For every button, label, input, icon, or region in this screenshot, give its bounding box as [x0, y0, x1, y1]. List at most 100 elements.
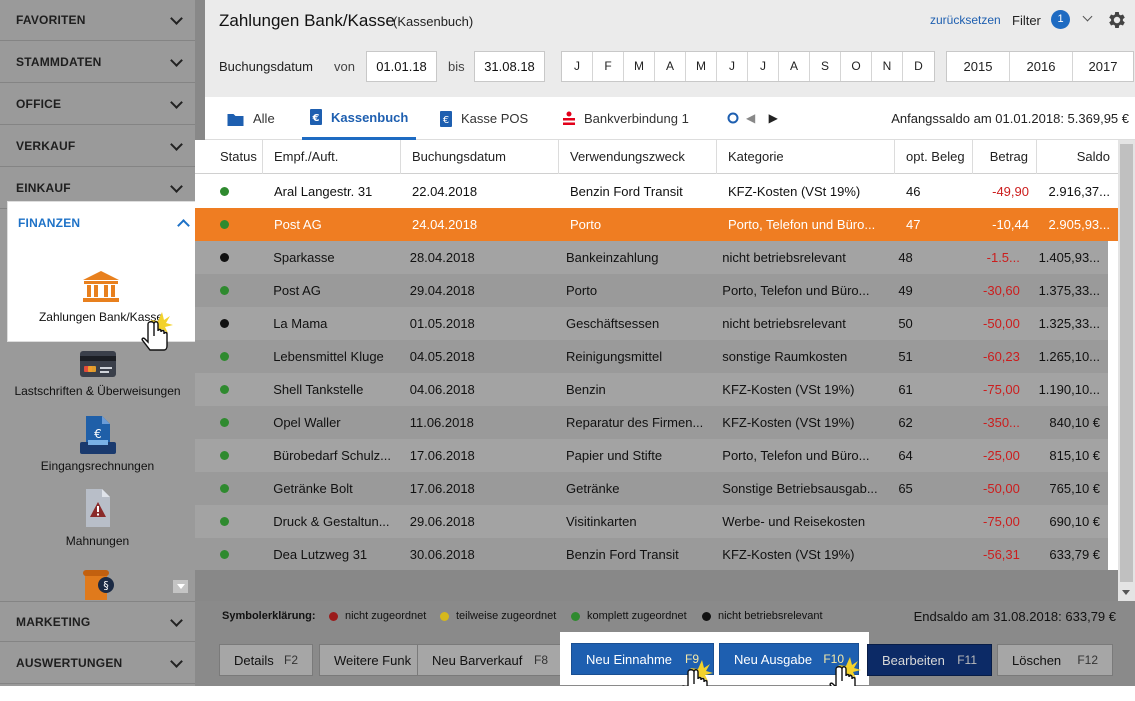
- svg-text:€: €: [94, 427, 102, 441]
- tab-scroll-left-icon[interactable]: ◀: [746, 111, 755, 125]
- column-header-receipt[interactable]: opt. Beleg: [895, 140, 973, 174]
- column-header-status[interactable]: Status: [195, 140, 263, 174]
- status-dot-icon: [220, 484, 229, 493]
- month-button[interactable]: M: [624, 52, 655, 81]
- nav-section-label: VERKAUF: [16, 139, 76, 153]
- tab-kasse-pos[interactable]: € Kasse POS: [440, 97, 528, 140]
- status-dot-icon: [440, 611, 449, 621]
- column-header-payee[interactable]: Empf./Auft.: [263, 140, 401, 174]
- payee-cell: Bürobedarf Schulz...: [273, 448, 391, 463]
- nav-section-label: AUSWERTUNGEN: [16, 656, 123, 670]
- scroll-down-button[interactable]: [1118, 584, 1135, 601]
- nav-section-label: FAVORITEN: [16, 13, 86, 27]
- shortcut-key: F2: [283, 653, 298, 667]
- month-button[interactable]: A: [779, 52, 810, 81]
- edit-button[interactable]: Bearbeiten F11: [867, 644, 992, 676]
- column-header-date[interactable]: Buchungsdatum: [401, 140, 559, 174]
- table-row[interactable]: Druck & Gestaltun... 29.06.2018 Visitinkar…: [195, 505, 1108, 538]
- nav-section-label: STAMMDATEN: [16, 55, 102, 69]
- legend-bar: Symbolerklärung: nicht zugeordnet teilwe…: [195, 601, 1135, 631]
- month-button[interactable]: S: [810, 52, 841, 81]
- sidebar-item-partial[interactable]: §: [0, 566, 195, 600]
- shortcut-key: F12: [1077, 653, 1098, 667]
- sidebar-item-label: Mahnungen: [65, 534, 130, 548]
- tab-bankverbindung-1[interactable]: Bankverbindung 1: [563, 97, 689, 140]
- table-row[interactable]: Bürobedarf Schulz... 17.06.2018 Papier und…: [195, 439, 1108, 472]
- details-button[interactable]: Details F2: [219, 644, 313, 676]
- tab-alle[interactable]: Alle: [227, 97, 275, 140]
- column-header-category[interactable]: Kategorie: [717, 140, 895, 174]
- year-button[interactable]: 2015: [947, 52, 1010, 81]
- sidebar-item-lastschriften[interactable]: Lastschriften & Überweisungen: [0, 346, 195, 402]
- month-button[interactable]: M: [686, 52, 717, 81]
- status-dot-icon: [220, 253, 229, 262]
- month-button[interactable]: J: [562, 52, 593, 81]
- gear-icon[interactable]: [1106, 9, 1128, 31]
- column-header-balance[interactable]: Saldo: [1037, 140, 1118, 174]
- table-row[interactable]: Lebensmittel Kluge 04.05.2018 Reinigungsmi…: [195, 340, 1108, 373]
- month-button[interactable]: N: [872, 52, 903, 81]
- status-cell: [195, 505, 262, 538]
- table-row[interactable]: Post AG 24.04.2018 Porto Porto, Telefon und…: [195, 208, 1118, 241]
- month-button[interactable]: D: [903, 52, 934, 81]
- status-cell: [195, 241, 262, 274]
- column-header-purpose[interactable]: Verwendungszweck: [559, 140, 717, 174]
- filter-count-badge[interactable]: 1: [1051, 10, 1070, 29]
- payee-cell: Dea Lutzweg 31: [273, 547, 368, 562]
- date-cell: 17.06.2018: [409, 448, 475, 463]
- nav-section-stammdaten[interactable]: STAMMDATEN: [0, 42, 195, 83]
- column-header-amount[interactable]: Betrag: [973, 140, 1037, 174]
- table-row[interactable]: Sparkasse 28.04.2018 Bankeinzahlung nicht b…: [195, 241, 1108, 274]
- year-button[interactable]: 2016: [1010, 52, 1073, 81]
- receipt-cell: 61: [898, 382, 913, 397]
- month-button[interactable]: O: [841, 52, 872, 81]
- month-button[interactable]: F: [593, 52, 624, 81]
- table-row[interactable]: Shell Tankstelle 04.06.2018 Benzin KFZ-Kost…: [195, 373, 1108, 406]
- warning-document-icon: [85, 489, 110, 527]
- month-button[interactable]: A: [655, 52, 686, 81]
- amount-cell: -60,23: [983, 349, 1020, 364]
- table-row[interactable]: La Mama 01.05.2018 Geschäftsessen nicht bet…: [195, 307, 1108, 340]
- tab-scroll-right-icon[interactable]: ▶: [769, 111, 778, 125]
- table-row[interactable]: Dea Lutzweg 31 30.06.2018 Benzin Ford Tran…: [195, 538, 1108, 570]
- nav-section-marketing[interactable]: MARKETING: [0, 601, 195, 642]
- table-row[interactable]: Opel Waller 11.06.2018 Reparatur des Firme…: [195, 406, 1108, 439]
- page-subtitle: (Kassenbuch): [393, 14, 474, 29]
- nav-section-label: OFFICE: [16, 97, 62, 111]
- chevron-down-icon: [170, 655, 183, 668]
- table-scrollbar[interactable]: [1118, 140, 1135, 601]
- date-to-field[interactable]: 31.08.18: [474, 51, 545, 82]
- year-button[interactable]: 2017: [1073, 52, 1133, 81]
- table-row[interactable]: Getränke Bolt 17.06.2018 Getränke Sonstige …: [195, 472, 1108, 505]
- nav-section-office[interactable]: OFFICE: [0, 84, 195, 125]
- balance-cell: 2.916,37...: [1048, 184, 1110, 199]
- date-from-field[interactable]: 01.01.18: [366, 51, 437, 82]
- nav-section-verkauf[interactable]: VERKAUF: [0, 126, 195, 167]
- table-row[interactable]: Aral Langestr. 31 22.04.2018 Benzin Ford T…: [195, 175, 1118, 208]
- new-cash-sale-button[interactable]: Neu Barverkauf F8: [417, 644, 563, 676]
- sidebar-scroll-down-button[interactable]: [173, 580, 188, 593]
- table-row[interactable]: Post AG 29.04.2018 Porto Porto, Telefon und…: [195, 274, 1108, 307]
- purpose-cell: Benzin Ford Transit: [570, 184, 683, 199]
- month-button[interactable]: J: [748, 52, 779, 81]
- payee-cell: La Mama: [273, 316, 328, 331]
- chevron-down-icon[interactable]: [1082, 11, 1093, 22]
- scroll-thumb[interactable]: [1120, 144, 1133, 582]
- receipt-cell: [887, 538, 964, 570]
- more-functions-button[interactable]: Weitere Funk: [319, 644, 419, 676]
- month-button[interactable]: J: [717, 52, 748, 81]
- sidebar-item-eingangsrechnungen[interactable]: € Eingangsrechnungen: [0, 412, 195, 474]
- reset-filter-link[interactable]: zurücksetzen: [930, 13, 1001, 27]
- sidebar-item-mahnungen[interactable]: Mahnungen: [0, 488, 195, 550]
- tab-kassenbuch[interactable]: € Kassenbuch: [302, 97, 417, 140]
- legend-title: Symbolerklärung:: [222, 610, 316, 622]
- category-cell: nicht betriebsrelevant: [722, 316, 846, 331]
- status-cell: [195, 307, 262, 340]
- nav-section-finanzen[interactable]: FINANZEN: [8, 202, 194, 243]
- svg-text:§: §: [103, 579, 109, 592]
- nav-section-auswertungen[interactable]: AUSWERTUNGEN: [0, 643, 195, 684]
- nav-section-favoriten[interactable]: FAVORITEN: [0, 0, 195, 41]
- button-label: Löschen: [1012, 652, 1062, 668]
- filter-label[interactable]: Filter: [1012, 13, 1041, 28]
- delete-button[interactable]: Löschen F12: [997, 644, 1113, 676]
